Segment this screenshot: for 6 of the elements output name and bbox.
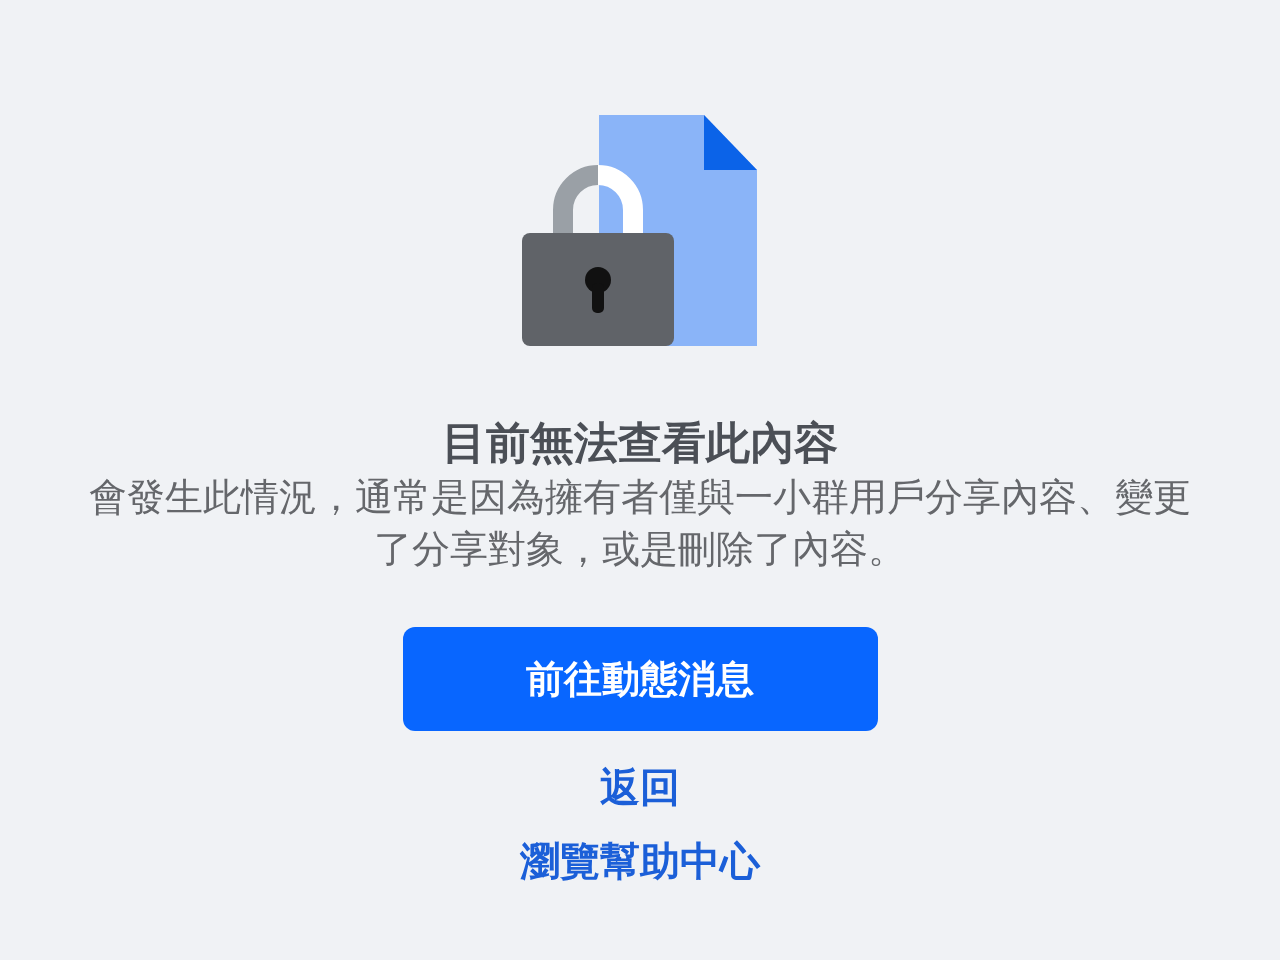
- text-link[interactable]: 返回: [600, 761, 680, 813]
- locked-document-icon: [522, 115, 758, 347]
- news-feed-button[interactable]: 前往動態消息: [402, 627, 878, 731]
- message-text: 會發生此情況，通常是因為擁有者僅與一小群用戶分享內容、變更了分享對象，或是刪除了內容。: [88, 474, 1192, 573]
- page-title: 目前無法查看此內容: [442, 416, 838, 470]
- text-link[interactable]: 瀏覽幫助中心: [520, 835, 760, 887]
